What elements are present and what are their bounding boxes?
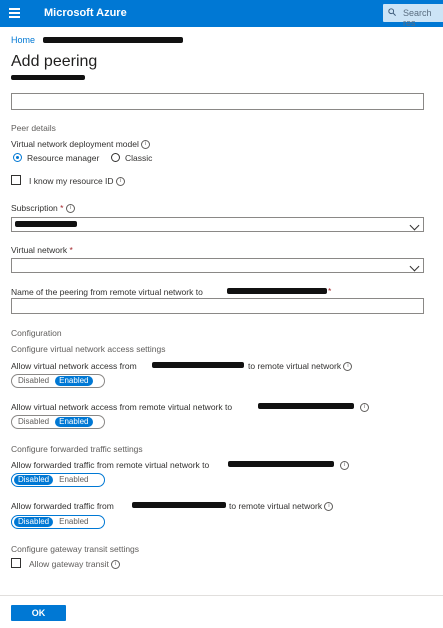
peer-details-heading: Peer details bbox=[11, 123, 56, 133]
toggle-disabled-option[interactable]: Disabled bbox=[14, 475, 54, 485]
radio-classic-label: Classic bbox=[125, 153, 153, 163]
subscription-label: Subscription * i bbox=[11, 203, 75, 214]
allow-fwd-local-label: Allow forwarded traffic from bbox=[11, 501, 114, 511]
allow-access-local-label: Allow virtual network access from bbox=[11, 361, 137, 371]
radio-classic[interactable] bbox=[111, 153, 120, 162]
info-icon[interactable]: i bbox=[111, 560, 121, 570]
info-icon[interactable]: i bbox=[343, 362, 353, 372]
chevron-down-icon bbox=[409, 261, 420, 272]
hamburger-menu-icon[interactable] bbox=[9, 8, 20, 18]
info-icon[interactable]: i bbox=[115, 177, 125, 187]
radio-resource-manager-label: Resource manager bbox=[27, 153, 100, 163]
radio-resource-manager[interactable] bbox=[13, 153, 22, 162]
redacted-network-name bbox=[227, 288, 327, 294]
redacted-network-name bbox=[132, 502, 226, 508]
know-resource-id-checkbox[interactable] bbox=[11, 175, 21, 185]
allow-fwd-local-suffix: to remote virtual network i bbox=[229, 501, 334, 512]
allow-fwd-local-toggle[interactable]: Disabled Enabled bbox=[11, 515, 105, 529]
redacted-network-name bbox=[258, 403, 354, 409]
toggle-enabled-option[interactable]: Enabled bbox=[55, 475, 92, 485]
info-icon[interactable]: i bbox=[340, 461, 349, 471]
search-icon bbox=[388, 8, 396, 16]
toggle-disabled-option[interactable]: Disabled bbox=[14, 376, 53, 386]
global-search-box[interactable]: Search res bbox=[383, 4, 443, 28]
remote-peering-name-input[interactable] bbox=[11, 298, 424, 314]
breadcrumb-home[interactable]: Home bbox=[11, 35, 35, 45]
required-marker: * bbox=[328, 286, 332, 296]
allow-access-remote-label: Allow virtual network access from remote… bbox=[11, 402, 233, 412]
virtual-network-label: Virtual network * bbox=[11, 245, 73, 255]
access-settings-heading: Configure virtual network access setting… bbox=[11, 344, 166, 354]
toggle-enabled-option[interactable]: Enabled bbox=[55, 417, 93, 427]
info-icon[interactable]: i bbox=[65, 204, 75, 214]
info-icon[interactable]: i bbox=[141, 140, 151, 150]
gateway-settings-heading: Configure gateway transit settings bbox=[11, 544, 140, 554]
footer-divider bbox=[0, 595, 443, 596]
know-resource-id-label: I know my resource ID i bbox=[29, 176, 125, 187]
toggle-disabled-option[interactable]: Disabled bbox=[14, 517, 54, 527]
allow-gateway-transit-checkbox[interactable] bbox=[11, 558, 21, 568]
page-title: Add peering bbox=[11, 53, 98, 70]
allow-access-remote-toggle[interactable]: Disabled Enabled bbox=[11, 415, 105, 429]
ok-button[interactable]: OK bbox=[11, 605, 66, 621]
redacted-network-name bbox=[152, 362, 244, 368]
redacted-breadcrumb bbox=[43, 37, 183, 43]
allow-fwd-remote-toggle[interactable]: Disabled Enabled bbox=[11, 473, 105, 487]
forwarded-settings-heading: Configure forwarded traffic settings bbox=[11, 444, 143, 454]
remote-peering-name-label: Name of the peering from remote virtual … bbox=[11, 287, 203, 297]
allow-access-local-toggle[interactable]: Disabled Enabled bbox=[11, 374, 105, 388]
redacted-network-name bbox=[228, 461, 334, 467]
allow-access-local-suffix: to remote virtual network i bbox=[248, 361, 353, 372]
peering-name-input[interactable] bbox=[11, 93, 424, 110]
allow-fwd-remote-label: Allow forwarded traffic from remote virt… bbox=[11, 460, 210, 470]
info-icon[interactable]: i bbox=[324, 502, 334, 512]
search-placeholder: Search res bbox=[403, 8, 432, 28]
info-icon[interactable]: i bbox=[360, 403, 369, 413]
configuration-heading: Configuration bbox=[11, 328, 62, 338]
virtual-network-select[interactable] bbox=[11, 258, 424, 273]
brand-title[interactable]: Microsoft Azure bbox=[44, 7, 127, 19]
toggle-enabled-option[interactable]: Enabled bbox=[55, 376, 93, 386]
toggle-disabled-option[interactable]: Disabled bbox=[14, 417, 53, 427]
redacted-subtitle bbox=[11, 75, 85, 80]
redacted-subscription bbox=[15, 221, 77, 227]
toggle-enabled-option[interactable]: Enabled bbox=[55, 517, 92, 527]
deployment-model-label: Virtual network deployment model i bbox=[11, 139, 151, 150]
chevron-down-icon bbox=[409, 220, 420, 231]
allow-gateway-transit-label: Allow gateway transit i bbox=[29, 559, 121, 570]
